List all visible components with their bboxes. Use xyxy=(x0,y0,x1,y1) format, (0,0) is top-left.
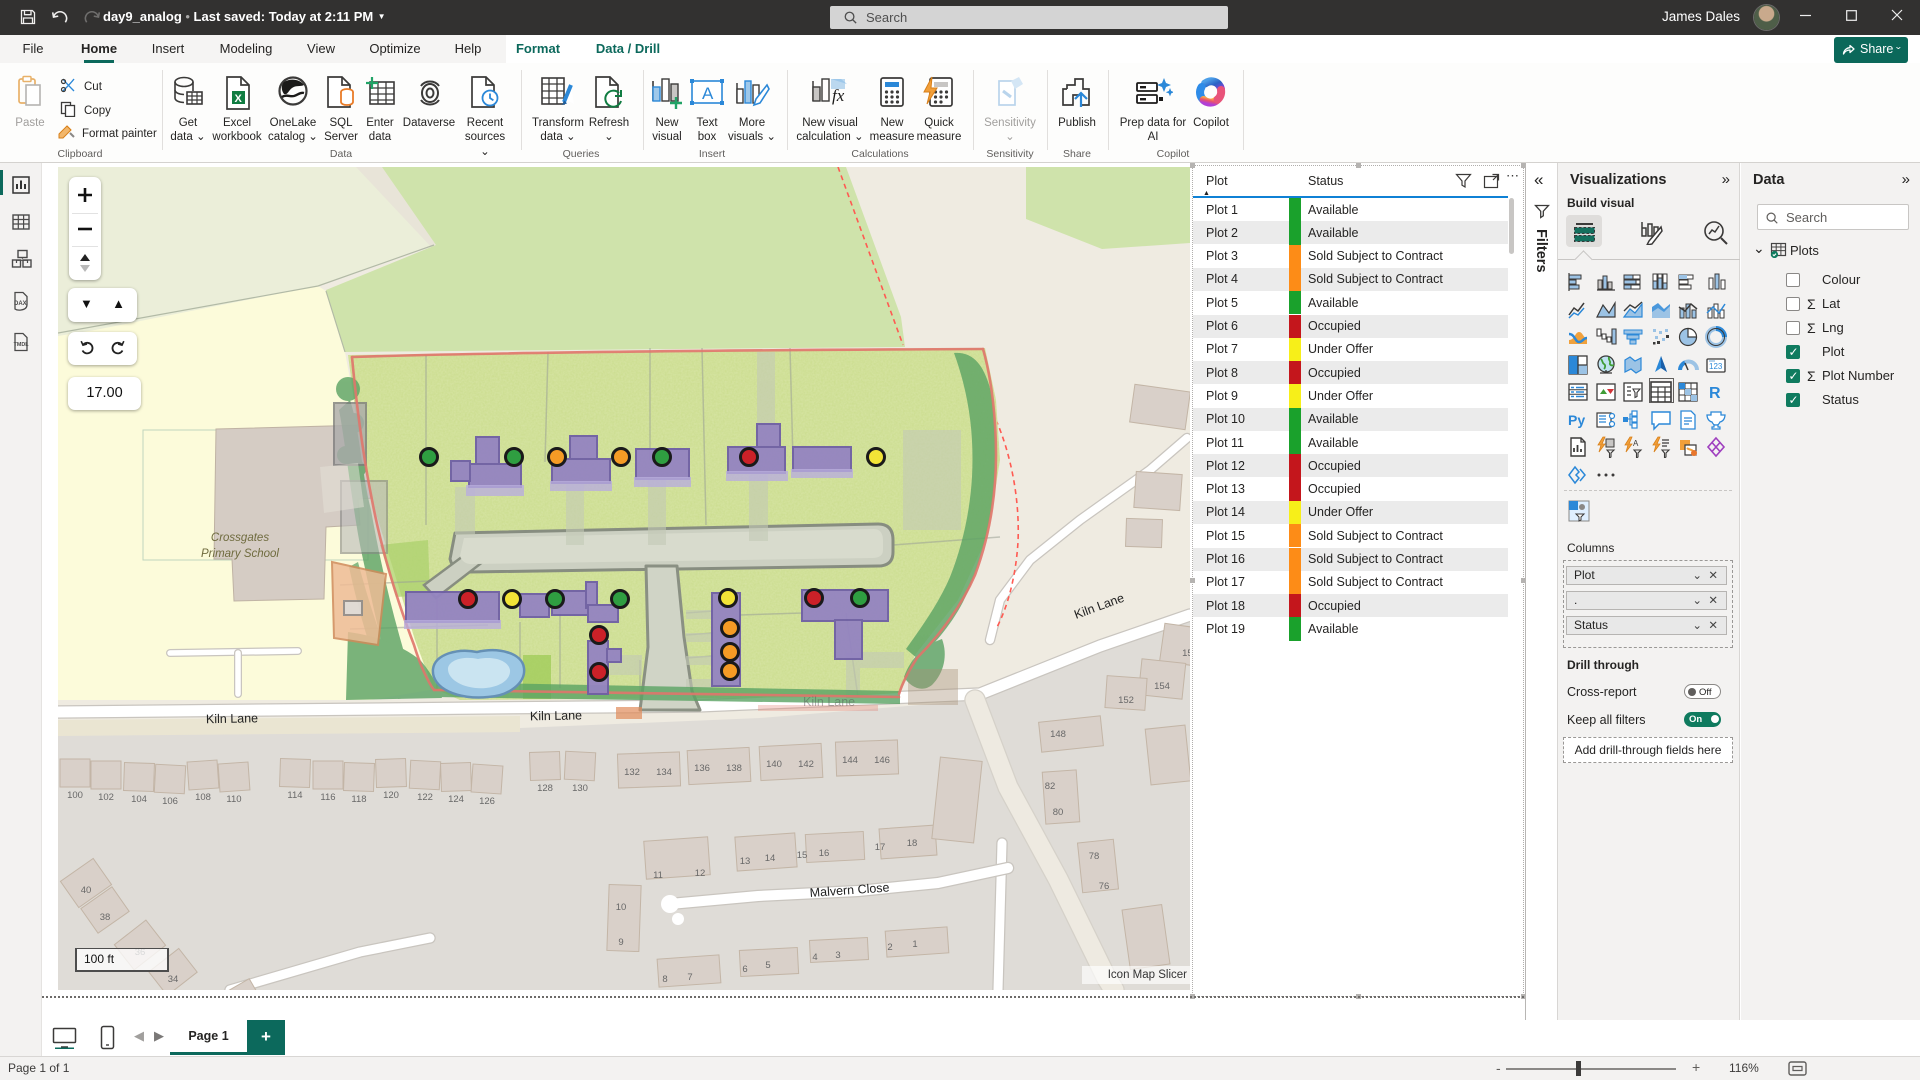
svg-text:132: 132 xyxy=(624,767,640,778)
svg-text:116: 116 xyxy=(320,792,335,803)
svg-text:A: A xyxy=(1633,439,1639,448)
svg-text:Crossgates: Crossgates xyxy=(211,532,269,544)
svg-text:Primary School: Primary School xyxy=(201,548,279,560)
svg-text:12: 12 xyxy=(695,868,706,879)
svg-text:124: 124 xyxy=(448,794,464,805)
svg-text:126: 126 xyxy=(479,796,495,807)
svg-text:R: R xyxy=(1709,385,1721,402)
svg-text:154: 154 xyxy=(1154,681,1170,692)
svg-text:108: 108 xyxy=(195,792,211,803)
svg-text:118: 118 xyxy=(351,794,366,805)
svg-text:76: 76 xyxy=(1099,881,1110,892)
svg-text:122: 122 xyxy=(417,792,433,803)
svg-text:152: 152 xyxy=(1118,695,1134,706)
svg-text:13: 13 xyxy=(740,856,751,867)
svg-text:142: 142 xyxy=(798,759,814,770)
svg-text:DAX: DAX xyxy=(14,301,27,307)
svg-text:9: 9 xyxy=(618,937,623,948)
svg-text:Py: Py xyxy=(1568,412,1585,428)
svg-text:114: 114 xyxy=(287,790,302,801)
svg-text:38: 38 xyxy=(100,912,111,923)
svg-text:100: 100 xyxy=(67,790,83,801)
svg-text:fx: fx xyxy=(832,86,845,105)
svg-text:11: 11 xyxy=(653,870,663,881)
svg-text:10: 10 xyxy=(616,902,627,913)
svg-text:14: 14 xyxy=(765,853,776,864)
svg-text:140: 140 xyxy=(766,759,782,770)
svg-text:120: 120 xyxy=(383,790,399,801)
svg-text:106: 106 xyxy=(162,796,178,807)
svg-text:128: 128 xyxy=(537,783,553,794)
svg-text:8: 8 xyxy=(662,974,667,985)
svg-text:138: 138 xyxy=(726,763,742,774)
svg-text:123: 123 xyxy=(1709,362,1723,371)
svg-text:110: 110 xyxy=(226,794,241,805)
svg-text:2: 2 xyxy=(887,942,892,953)
svg-text:102: 102 xyxy=(98,792,114,803)
svg-text:16: 16 xyxy=(819,848,830,859)
svg-text:80: 80 xyxy=(1053,807,1064,818)
svg-text:3: 3 xyxy=(835,950,840,961)
svg-text:4: 4 xyxy=(812,952,817,963)
svg-text:40: 40 xyxy=(81,885,92,896)
svg-text:A: A xyxy=(702,84,714,103)
svg-text:136: 136 xyxy=(694,763,710,774)
svg-text:15: 15 xyxy=(797,850,808,861)
svg-text:6: 6 xyxy=(742,964,747,975)
svg-text:104: 104 xyxy=(131,794,147,805)
svg-text:134: 134 xyxy=(656,767,672,778)
svg-text:144: 144 xyxy=(842,755,858,766)
svg-text:17: 17 xyxy=(875,842,886,853)
svg-text:34: 34 xyxy=(168,974,179,985)
svg-text:156: 156 xyxy=(1182,648,1190,659)
svg-text:18: 18 xyxy=(907,838,918,849)
svg-text:130: 130 xyxy=(572,783,588,794)
svg-text:78: 78 xyxy=(1089,851,1100,862)
svg-text:Kiln Lane: Kiln Lane xyxy=(803,695,855,709)
svg-text:1: 1 xyxy=(912,939,917,950)
svg-text:148: 148 xyxy=(1050,729,1066,740)
svg-text:82: 82 xyxy=(1045,781,1056,792)
svg-text:146: 146 xyxy=(874,755,890,766)
svg-text:5: 5 xyxy=(765,960,770,971)
svg-text:X: X xyxy=(235,93,243,105)
svg-text:Kiln Lane: Kiln Lane xyxy=(530,708,582,723)
svg-text:Kiln Lane: Kiln Lane xyxy=(206,711,258,726)
svg-text:TMDL: TMDL xyxy=(14,342,30,348)
svg-text:7: 7 xyxy=(687,972,692,983)
